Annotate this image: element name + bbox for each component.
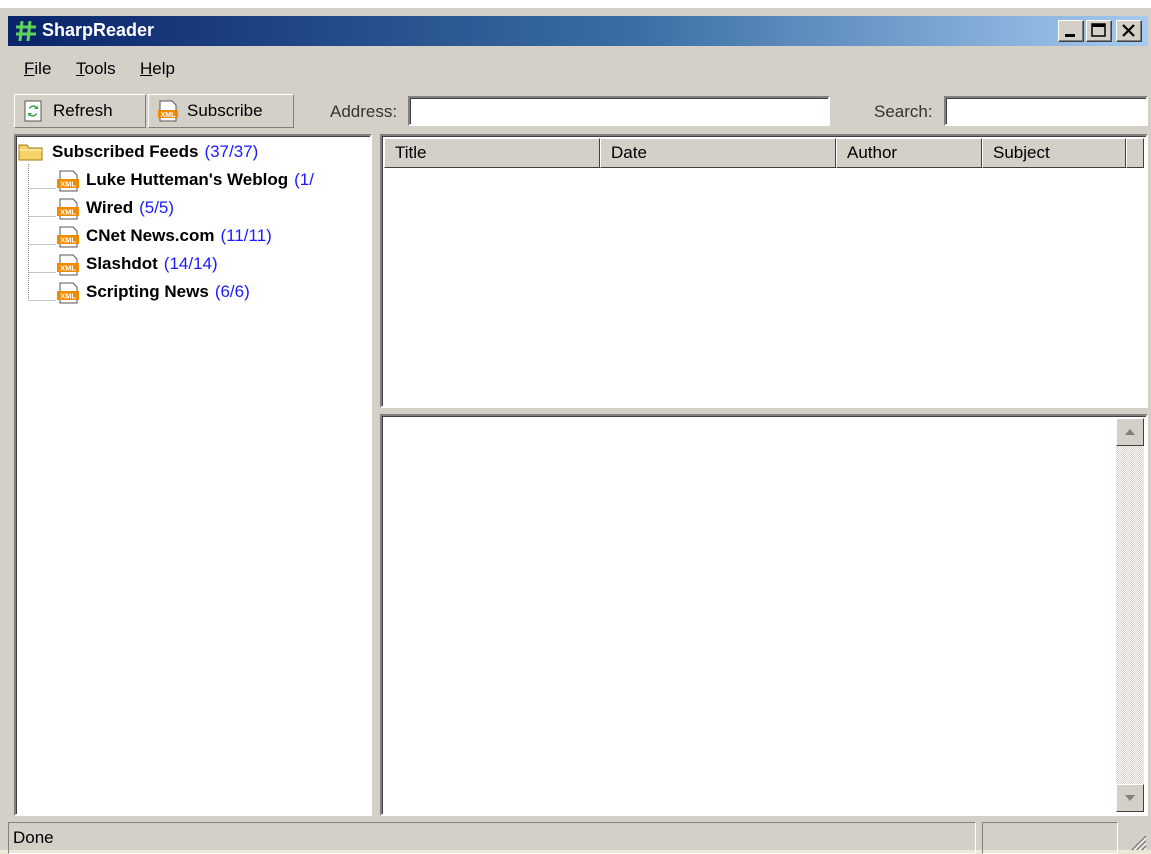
xml-feed-icon: XML bbox=[57, 226, 79, 248]
tree-item-count: (11/11) bbox=[220, 226, 272, 245]
search-input[interactable] bbox=[944, 96, 1148, 126]
refresh-label: Refresh bbox=[53, 101, 113, 120]
title-bar[interactable]: SharpReader bbox=[8, 16, 1148, 46]
application-window: SharpReader File Tools Help Refresh XML … bbox=[0, 0, 1151, 854]
column-header-date[interactable]: Date bbox=[600, 138, 836, 168]
tree-item-count: (6/6) bbox=[214, 282, 250, 301]
folder-icon bbox=[18, 144, 43, 161]
tree-item-count: (1/ bbox=[294, 170, 314, 189]
preview-pane[interactable] bbox=[380, 414, 1148, 816]
column-header-subject[interactable]: Subject bbox=[982, 138, 1126, 168]
tree-item-count: (5/5) bbox=[139, 198, 175, 217]
subscribe-button[interactable]: XML Subscribe bbox=[148, 94, 294, 128]
sharp-hash-icon bbox=[14, 19, 38, 43]
xml-feed-icon: XML bbox=[57, 198, 79, 220]
tree-item-count: (14/14) bbox=[163, 254, 218, 273]
vertical-scrollbar[interactable] bbox=[1116, 418, 1144, 812]
menu-help[interactable]: Help bbox=[140, 59, 175, 79]
column-header-title[interactable]: Title bbox=[384, 138, 600, 168]
scroll-down-button[interactable] bbox=[1116, 784, 1144, 812]
svg-text:XML: XML bbox=[60, 236, 76, 245]
status-text: Done bbox=[13, 828, 54, 847]
toolbar: Refresh XML Subscribe Address: Search: bbox=[8, 92, 1148, 132]
maximize-icon bbox=[1091, 23, 1106, 37]
tree-root-count: (37/37) bbox=[204, 142, 259, 161]
address-input[interactable] bbox=[408, 96, 830, 126]
svg-text:XML: XML bbox=[60, 208, 76, 217]
column-header-title-label: Title bbox=[395, 143, 427, 162]
menu-file[interactable]: File bbox=[24, 59, 51, 79]
column-header-author-label: Author bbox=[847, 143, 898, 162]
svg-text:XML: XML bbox=[60, 292, 76, 301]
column-header-filler bbox=[1126, 138, 1144, 168]
column-header-author[interactable]: Author bbox=[836, 138, 982, 168]
close-icon bbox=[1122, 24, 1135, 37]
feed-tree[interactable]: Subscribed Feeds (37/37) XML Luke Huttema… bbox=[14, 134, 372, 816]
tree-item-label: Wired bbox=[86, 198, 134, 217]
xml-feed-icon: XML bbox=[57, 170, 79, 192]
tree-item-label: Scripting News bbox=[86, 282, 209, 301]
minimize-icon bbox=[1065, 34, 1075, 37]
svg-text:XML: XML bbox=[60, 264, 76, 273]
svg-text:XML: XML bbox=[60, 180, 76, 189]
xml-feed-icon: XML bbox=[158, 100, 178, 122]
xml-feed-icon: XML bbox=[57, 282, 79, 304]
menu-tools[interactable]: Tools bbox=[76, 59, 116, 79]
close-button[interactable] bbox=[1116, 20, 1142, 42]
refresh-button[interactable]: Refresh bbox=[14, 94, 146, 128]
minimize-button[interactable] bbox=[1058, 20, 1084, 42]
column-header-subject-label: Subject bbox=[993, 143, 1050, 162]
svg-text:XML: XML bbox=[161, 112, 177, 119]
subscribe-label: Subscribe bbox=[187, 101, 263, 120]
tree-item-label: Slashdot bbox=[86, 254, 158, 273]
arrow-down-icon bbox=[1125, 795, 1135, 801]
tree-root-label: Subscribed Feeds bbox=[52, 142, 199, 161]
maximize-button[interactable] bbox=[1086, 20, 1112, 42]
refresh-icon bbox=[24, 100, 42, 122]
tree-item-label: CNet News.com bbox=[86, 226, 215, 245]
scroll-up-button[interactable] bbox=[1116, 418, 1144, 446]
status-text-panel: Done bbox=[8, 822, 976, 854]
resize-grip-icon[interactable] bbox=[1124, 828, 1148, 852]
arrow-up-icon bbox=[1125, 429, 1135, 435]
item-list[interactable]: Title Date Author Subject bbox=[380, 134, 1148, 408]
search-label: Search: bbox=[874, 102, 933, 121]
status-secondary-panel bbox=[982, 822, 1118, 854]
xml-feed-icon: XML bbox=[57, 254, 79, 276]
address-label: Address: bbox=[330, 102, 398, 121]
column-header-date-label: Date bbox=[611, 143, 647, 162]
tree-item-label: Luke Hutteman's Weblog bbox=[86, 170, 289, 189]
window-title: SharpReader bbox=[42, 20, 155, 40]
